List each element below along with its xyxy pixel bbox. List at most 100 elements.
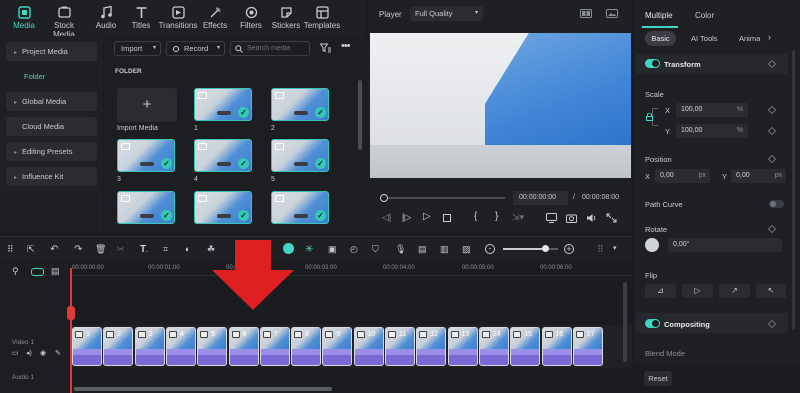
timeline-clip[interactable]: 5 (197, 327, 228, 366)
track-settings-icon[interactable]: ▤ (51, 266, 60, 277)
timeline-clip[interactable]: 11 (385, 327, 415, 366)
timeline-clip[interactable]: 12 (416, 327, 447, 366)
subtab-basic[interactable]: Basic (645, 31, 676, 46)
rotate-ccw-button[interactable]: ↖ (756, 284, 786, 298)
mark-in-icon[interactable]: { (474, 211, 477, 222)
fullscreen-icon[interactable] (606, 213, 617, 223)
timeline-clip[interactable]: 16 (541, 327, 572, 366)
playhead-handle[interactable] (67, 306, 75, 320)
tab-multiple[interactable]: Multiple (645, 11, 673, 20)
scissors-icon[interactable]: ✂ (117, 244, 125, 255)
snapshot-icon[interactable]: ▣ (328, 244, 337, 255)
media-thumb-5[interactable]: ✓ (271, 139, 329, 172)
inspector-scrollbar[interactable] (792, 50, 795, 330)
filter-sort-icon[interactable] (320, 43, 331, 53)
timeline-clip[interactable]: 9 (322, 327, 353, 366)
track-audio-icon[interactable]: ◂) (26, 349, 32, 357)
media-scrollbar[interactable] (358, 80, 362, 150)
link-icon[interactable]: ⚲ (12, 266, 19, 277)
color-icon[interactable]: ◐ (185, 244, 190, 254)
media-thumb-7[interactable]: ✓ (194, 191, 252, 224)
timeline-clip[interactable]: 14 (478, 327, 509, 366)
text-tool-icon[interactable]: T. (140, 244, 148, 255)
chevron-down-icon[interactable]: ▾ (613, 244, 617, 252)
media-thumb-4[interactable]: ✓ (194, 139, 252, 172)
sidebar-item-folder[interactable]: Folder (6, 67, 97, 86)
toolbar-media[interactable]: Media (2, 4, 46, 38)
timeline-clip[interactable]: 2 (103, 327, 134, 366)
timeline-v-scrollbar[interactable] (623, 282, 627, 362)
sidebar-item-project-media[interactable]: ▸ Project Media (6, 42, 97, 61)
zoom-slider-handle[interactable] (541, 245, 549, 252)
subtab-animation[interactable]: Anima (739, 34, 760, 43)
timeline-clip[interactable]: 15 (510, 327, 541, 366)
tab-color[interactable]: Color (695, 11, 714, 20)
transform-toggle[interactable] (645, 59, 660, 68)
volume-icon[interactable] (586, 213, 597, 223)
track-lock-icon[interactable]: ▭ (12, 349, 19, 357)
timeline-clip[interactable]: 7 (259, 327, 290, 366)
media-search[interactable] (230, 41, 310, 56)
rotate-cw-button[interactable]: ↗ (719, 284, 750, 298)
camera-icon[interactable] (566, 213, 577, 223)
path-curve-toggle[interactable] (769, 200, 784, 208)
microphone-icon[interactable]: 🎙 (395, 244, 406, 255)
scale-x-field[interactable]: 100,00% (676, 103, 748, 117)
speed-icon[interactable]: ◴ (350, 244, 358, 255)
sidebar-item-global-media[interactable]: ▸ Global Media (6, 92, 97, 111)
undo-icon[interactable]: ↶ (50, 244, 58, 255)
sidebar-item-cloud-media[interactable]: Cloud Media (6, 117, 97, 136)
timeline-clip[interactable]: 3 (134, 327, 165, 366)
import-dropdown[interactable]: Import ▾ (114, 41, 161, 56)
search-input[interactable] (247, 43, 307, 54)
rotate-field[interactable]: 0,00° (668, 238, 782, 252)
import-media-tile[interactable]: + (117, 88, 177, 122)
media-thumb-8[interactable]: ✓ (271, 191, 329, 224)
media-thumb-6[interactable]: ✓ (117, 191, 175, 224)
sidebar-item-editing-presets[interactable]: ▸ Editing Presets (6, 142, 97, 161)
rotate-dial[interactable] (645, 238, 659, 252)
redo-icon[interactable]: ↷ (74, 244, 82, 255)
media-thumb-3[interactable]: ✓ (117, 139, 175, 172)
timeline-h-scrollbar[interactable] (74, 387, 332, 391)
toolbar-stock-media[interactable]: Stock Media (42, 4, 86, 39)
add-track-button[interactable] (31, 268, 44, 276)
image-add-icon[interactable]: ▨ (462, 244, 471, 255)
scrubber-handle[interactable] (380, 194, 388, 202)
timeline-clip[interactable]: 17 (572, 327, 603, 366)
captions-icon[interactable]: ▥ (440, 244, 449, 255)
prev-frame-icon[interactable]: ◁| (382, 212, 391, 223)
more-options-icon[interactable]: ••• (341, 40, 351, 52)
zoom-in-icon[interactable]: + (564, 244, 574, 254)
layout-grid-icon[interactable]: ⠿ (7, 244, 14, 255)
flip-horizontal-button[interactable]: ▷ (682, 284, 713, 298)
record-dropdown[interactable]: Record ▾ (166, 41, 225, 56)
scale-y-field[interactable]: 100,00% (676, 124, 748, 138)
pos-x-field[interactable]: 0,00 px (655, 169, 710, 183)
toolbar-templates[interactable]: Templates (300, 4, 344, 34)
subtab-ai-tools[interactable]: AI Tools (691, 34, 718, 43)
reset-button[interactable]: Reset (644, 371, 672, 386)
delete-icon[interactable]: 🗑 (95, 244, 106, 255)
monitor-icon[interactable] (546, 213, 557, 223)
select-arrow-icon[interactable]: ⇱ (27, 244, 35, 255)
compositing-toggle[interactable] (645, 319, 660, 328)
crop-icon[interactable]: ⌗ (163, 244, 168, 255)
sidebar-item-influence-kit[interactable]: ▸ Influence Kit (6, 167, 97, 186)
playhead-line[interactable] (70, 268, 72, 393)
flip-vertical-button[interactable]: ⊿ (645, 284, 676, 298)
render-icon[interactable]: ⇲▾ (512, 212, 524, 223)
screenshot-icon[interactable] (580, 9, 592, 18)
timeline-clip[interactable]: 6 (228, 327, 259, 366)
timeline-clip[interactable]: 13 (447, 327, 478, 366)
ai-sparkle-icon[interactable]: ✳ (305, 244, 313, 255)
voiceover-icon[interactable]: ▤ (418, 244, 427, 255)
pos-y-field[interactable]: 0,00 px (731, 169, 786, 183)
quality-dropdown[interactable]: Full Quality ▾ (410, 6, 483, 21)
play-clip-icon[interactable]: |▷ (402, 212, 411, 223)
timeline-clip[interactable]: 1 (72, 327, 102, 366)
snapshot-image-icon[interactable] (606, 9, 618, 18)
playback-scrubber[interactable] (380, 194, 505, 202)
timeline-clip[interactable]: 8 (291, 327, 322, 366)
chevron-right-icon[interactable]: › (768, 32, 771, 42)
